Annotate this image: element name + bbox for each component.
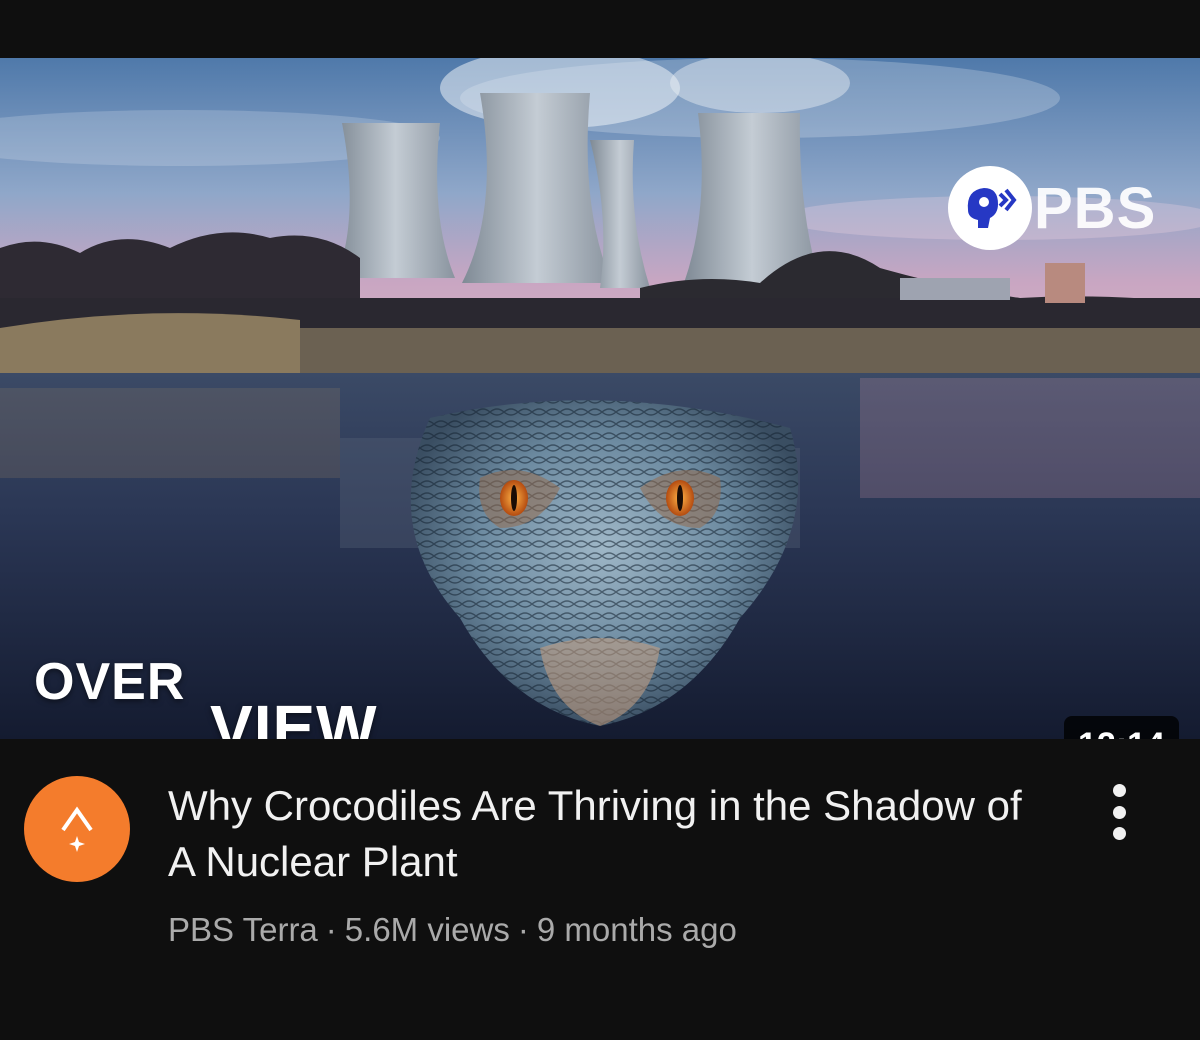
- channel-avatar[interactable]: [24, 776, 130, 882]
- dot: [1112, 805, 1126, 819]
- video-card: PBS OVER VIEW 12:14 Why Crocodiles Are T…: [0, 0, 1200, 1040]
- thumbnail-image: [0, 58, 1200, 739]
- video-subline: PBS Terra · 5.6M views · 9 months ago: [168, 908, 1028, 952]
- view-count: 5.6M views: [344, 911, 510, 948]
- dot: [1112, 827, 1126, 840]
- separator: ·: [325, 911, 337, 948]
- overview-logo: OVER VIEW: [34, 656, 378, 739]
- publish-age: 9 months ago: [536, 911, 737, 948]
- pbs-head-icon: [948, 166, 1032, 250]
- video-meta: Why Crocodiles Are Thriving in the Shado…: [168, 778, 1028, 952]
- overview-logo-line2: VIEW: [210, 692, 378, 739]
- pbs-terra-logo-icon: [61, 806, 93, 852]
- duration-badge: 12:14: [1064, 716, 1179, 739]
- pbs-logo-text: PBS: [1034, 175, 1157, 241]
- more-vert-icon[interactable]: [1098, 784, 1140, 840]
- separator: ·: [517, 911, 529, 948]
- video-thumbnail[interactable]: PBS OVER VIEW 12:14: [0, 58, 1200, 739]
- video-title[interactable]: Why Crocodiles Are Thriving in the Shado…: [168, 778, 1028, 890]
- dot: [1112, 784, 1126, 797]
- pbs-logo: PBS: [948, 166, 1157, 250]
- channel-name[interactable]: PBS Terra: [168, 911, 318, 948]
